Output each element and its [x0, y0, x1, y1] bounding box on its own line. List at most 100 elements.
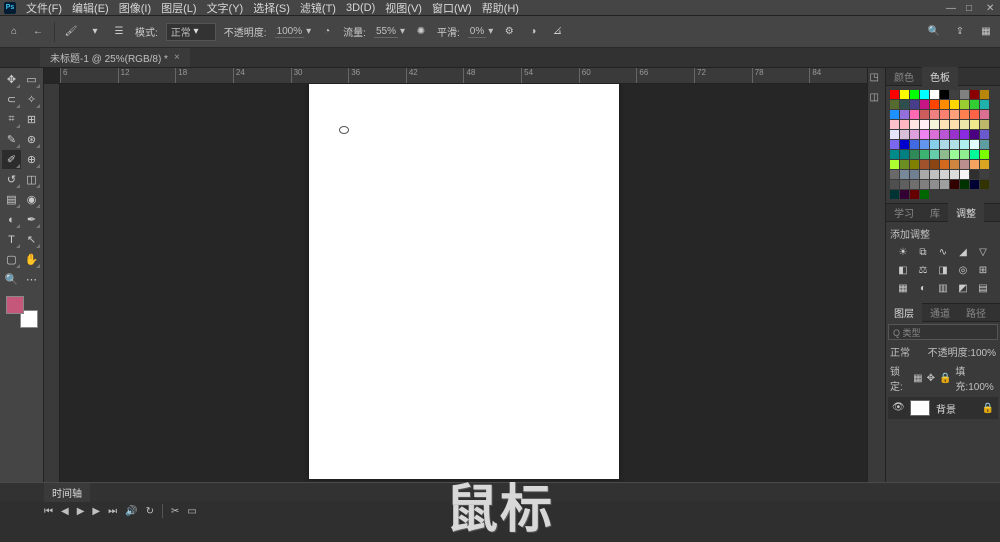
bw-icon[interactable]: ◨ [936, 263, 950, 277]
swatch[interactable] [930, 180, 939, 189]
swatch[interactable] [950, 120, 959, 129]
swatch[interactable] [930, 170, 939, 179]
swatch[interactable] [980, 140, 989, 149]
swatch[interactable] [930, 160, 939, 169]
swatch[interactable] [960, 160, 969, 169]
swatch[interactable] [900, 90, 909, 99]
heal-tool[interactable]: ⊛ [22, 130, 41, 149]
swatch[interactable] [950, 150, 959, 159]
tab-timeline[interactable]: 时间轴 [44, 483, 90, 502]
dodge-tool[interactable]: ◐ [2, 210, 21, 229]
swatch[interactable] [980, 170, 989, 179]
prev-frame-icon[interactable]: ◀ [61, 506, 69, 517]
swatch[interactable] [910, 180, 919, 189]
airbrush-icon[interactable]: ✺ [413, 24, 429, 40]
swatch[interactable] [890, 100, 899, 109]
swatch[interactable] [960, 170, 969, 179]
layer-name[interactable]: 背景 [936, 401, 956, 416]
mixer-icon[interactable]: ⊞ [976, 263, 990, 277]
lock-all-icon[interactable]: 🔒 [939, 373, 951, 384]
swatch[interactable] [970, 150, 979, 159]
gear-icon[interactable]: ⚙ [501, 24, 517, 40]
window-minimize-icon[interactable]: — [946, 3, 956, 13]
lock-pixels-icon[interactable]: ▦ [913, 373, 922, 384]
swatch[interactable] [920, 190, 929, 199]
eraser-tool[interactable]: ◫ [22, 170, 41, 189]
swatch[interactable] [920, 170, 929, 179]
swatch[interactable] [940, 100, 949, 109]
swatch[interactable] [980, 100, 989, 109]
swatch[interactable] [910, 160, 919, 169]
window-maximize-icon[interactable]: □ [966, 3, 976, 13]
hand-tool[interactable]: ✋ [22, 250, 41, 269]
swatch[interactable] [980, 90, 989, 99]
swatch[interactable] [890, 90, 899, 99]
properties-panel-icon[interactable]: ◫ [870, 92, 884, 106]
swatch[interactable] [910, 100, 919, 109]
swatch[interactable] [910, 190, 919, 199]
swatch[interactable] [920, 180, 929, 189]
swatch[interactable] [940, 180, 949, 189]
tab-channels[interactable]: 通道 [922, 303, 958, 322]
swatch[interactable] [930, 100, 939, 109]
gradient-tool[interactable]: ▤ [2, 190, 21, 209]
swatch[interactable] [950, 170, 959, 179]
swatch[interactable] [890, 120, 899, 129]
swatch[interactable] [910, 120, 919, 129]
swatch[interactable] [940, 140, 949, 149]
play-icon[interactable]: ▶ [77, 506, 85, 517]
tab-learn[interactable]: 学习 [886, 203, 922, 222]
swatch[interactable] [900, 170, 909, 179]
menu-view[interactable]: 视图(V) [385, 0, 422, 16]
zoom-tool[interactable]: 🔍 [2, 270, 21, 289]
swatch[interactable] [910, 140, 919, 149]
swatch[interactable] [900, 160, 909, 169]
pen-tool[interactable]: ✒ [22, 210, 41, 229]
workspace-icon[interactable]: ▦ [978, 24, 994, 40]
swatch[interactable] [980, 180, 989, 189]
brightness-icon[interactable]: ☀ [896, 245, 910, 259]
pressure-opacity-icon[interactable]: ◔ [319, 24, 335, 40]
flow-value[interactable]: 55% [374, 26, 398, 38]
shape-tool[interactable]: ▢ [2, 250, 21, 269]
menu-edit[interactable]: 编辑(E) [72, 0, 109, 16]
swatch[interactable] [890, 170, 899, 179]
swatch[interactable] [900, 130, 909, 139]
swatch[interactable] [920, 100, 929, 109]
swatch[interactable] [890, 160, 899, 169]
swatch[interactable] [920, 150, 929, 159]
mode-dropdown[interactable]: 正常 ▾ [166, 23, 216, 41]
swatch[interactable] [900, 190, 909, 199]
swatch[interactable] [970, 130, 979, 139]
exposure-icon[interactable]: ◢ [956, 245, 970, 259]
tab-library[interactable]: 库 [922, 203, 948, 222]
menu-window[interactable]: 窗口(W) [432, 0, 472, 16]
swatch[interactable] [920, 160, 929, 169]
swatch[interactable] [900, 150, 909, 159]
swatch[interactable] [920, 130, 929, 139]
swatch[interactable] [940, 130, 949, 139]
swatch[interactable] [970, 170, 979, 179]
blur-tool[interactable]: ◉ [22, 190, 41, 209]
eyedropper-tool[interactable]: ✎ [2, 130, 21, 149]
vibrance-icon[interactable]: ▽ [976, 245, 990, 259]
curves-icon[interactable]: ∿ [936, 245, 950, 259]
swatch[interactable] [970, 180, 979, 189]
swatch[interactable] [970, 140, 979, 149]
foreground-color-swatch[interactable] [6, 296, 24, 314]
swatch[interactable] [890, 130, 899, 139]
swatch[interactable] [930, 120, 939, 129]
brush-tool[interactable]: ✐ [2, 150, 21, 169]
tab-paths[interactable]: 路径 [958, 303, 994, 322]
type-tool[interactable]: T [2, 230, 21, 249]
swatch[interactable] [910, 150, 919, 159]
swatch[interactable] [970, 160, 979, 169]
swatch[interactable] [980, 130, 989, 139]
window-close-icon[interactable]: ✕ [986, 3, 996, 13]
swatch[interactable] [970, 90, 979, 99]
layer-filter[interactable]: Q 类型 [888, 324, 998, 340]
brush-preset-icon[interactable]: 🖌 [63, 24, 79, 40]
swatch[interactable] [960, 100, 969, 109]
opacity-value[interactable]: 100% [275, 26, 305, 38]
swatch[interactable] [960, 120, 969, 129]
